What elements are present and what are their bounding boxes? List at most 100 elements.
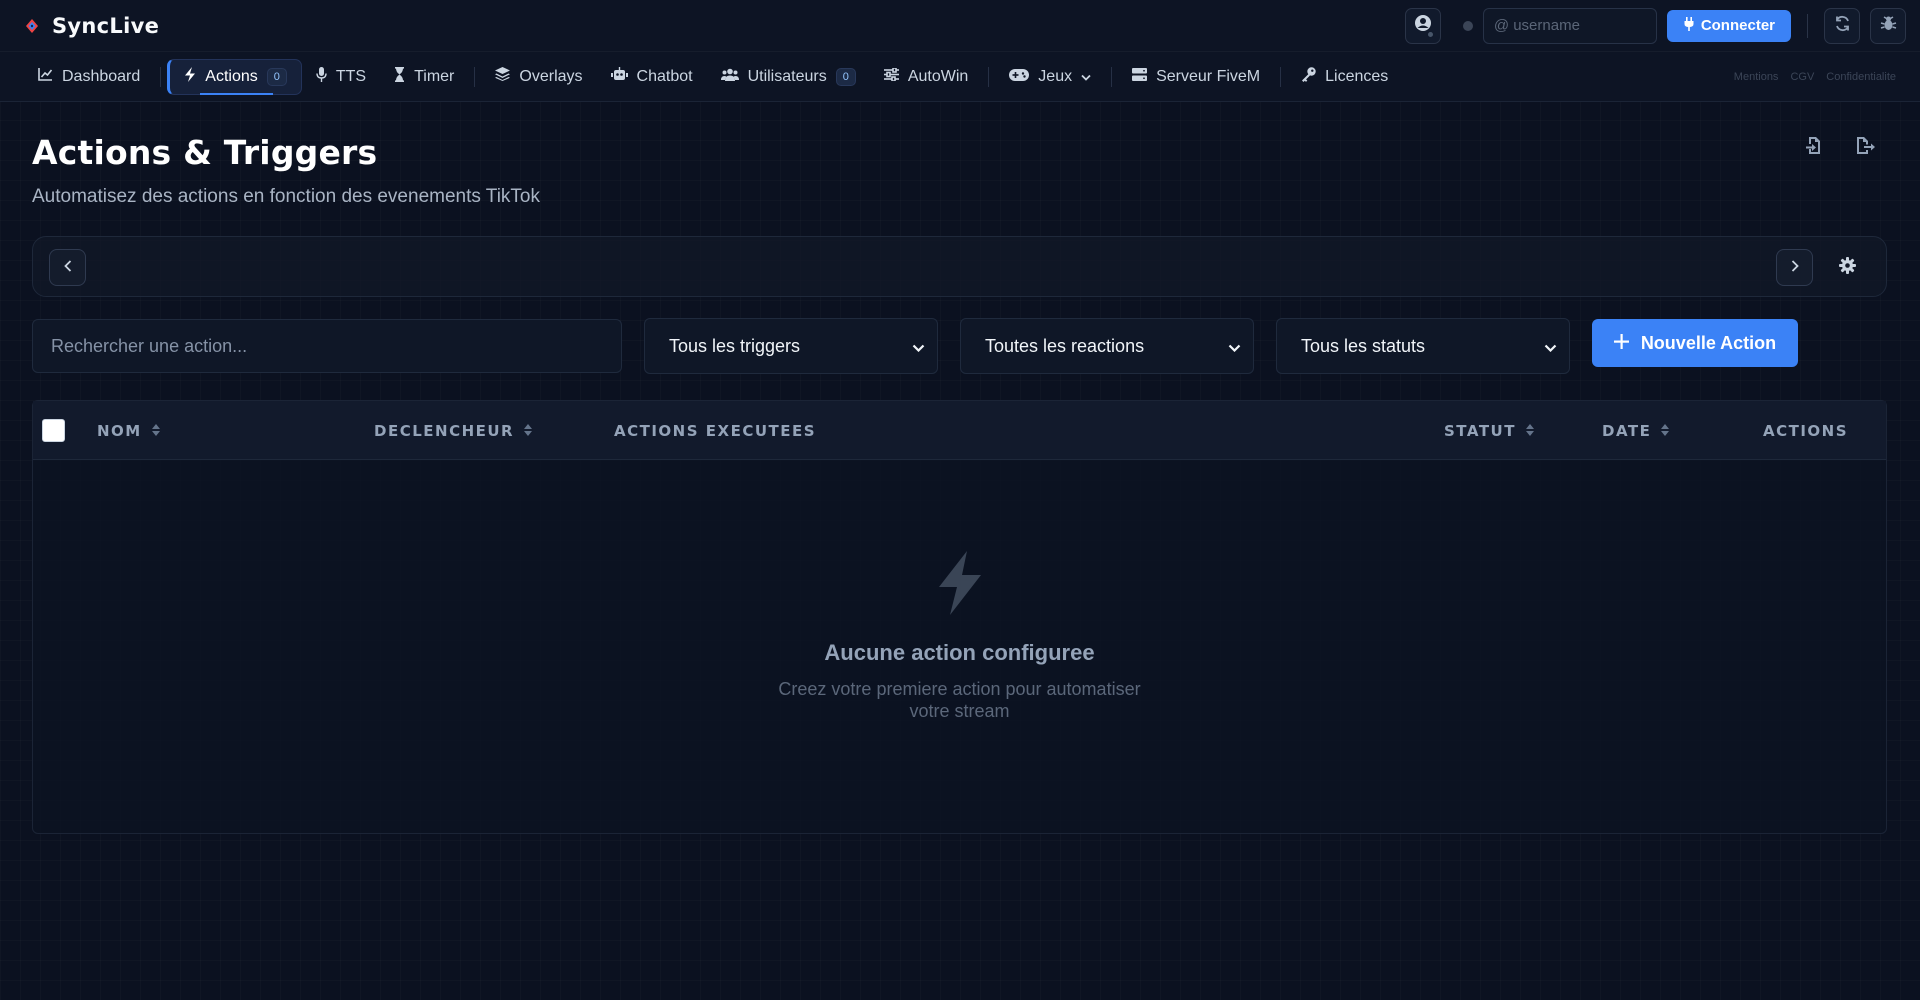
triggers-select[interactable]: Tous les triggers bbox=[644, 318, 938, 374]
col-nom[interactable]: NOM bbox=[97, 422, 160, 440]
page-subtitle: Automatisez des actions en fonction des … bbox=[32, 186, 540, 207]
chart-icon bbox=[38, 67, 53, 86]
nav-utilisateurs-label: Utilisateurs bbox=[747, 67, 827, 85]
link-mentions[interactable]: Mentions bbox=[1734, 71, 1779, 83]
col-declencheur-label: DECLENCHEUR bbox=[374, 422, 515, 440]
hourglass-icon bbox=[394, 66, 405, 87]
gear-icon[interactable] bbox=[1839, 257, 1856, 279]
nav-jeux-label: Jeux bbox=[1038, 67, 1073, 85]
chevron-down-icon bbox=[912, 336, 925, 357]
carousel-next-button[interactable] bbox=[1776, 249, 1813, 286]
robot-icon bbox=[610, 67, 628, 86]
empty-state: Aucune action configuree Creez votre pre… bbox=[33, 551, 1886, 722]
nav-overlays-label: Overlays bbox=[519, 67, 583, 85]
nav-separator bbox=[160, 66, 162, 87]
key-icon bbox=[1301, 66, 1316, 87]
triggers-select-value: Tous les triggers bbox=[669, 335, 801, 356]
chevron-down-icon bbox=[1544, 336, 1557, 357]
user-status-dot bbox=[1426, 30, 1434, 38]
sort-icon bbox=[524, 422, 533, 440]
col-date[interactable]: DATE bbox=[1602, 422, 1670, 440]
nav-separator bbox=[1111, 66, 1113, 87]
divider bbox=[1807, 13, 1808, 38]
page-header: Actions & Triggers Automatisez des actio… bbox=[32, 133, 540, 208]
header-actions bbox=[1806, 137, 1876, 160]
carousel-prev-button[interactable] bbox=[49, 249, 86, 286]
chevron-down-icon bbox=[1228, 336, 1241, 357]
bolt-icon bbox=[935, 551, 985, 619]
nav-licences[interactable]: Licences bbox=[1287, 59, 1402, 95]
select-all-checkbox[interactable] bbox=[42, 419, 65, 442]
import-icon[interactable] bbox=[1806, 137, 1822, 160]
nav-dashboard-label: Dashboard bbox=[62, 67, 141, 85]
search-input[interactable] bbox=[32, 319, 622, 373]
layers-icon bbox=[495, 67, 511, 86]
filters-row: Tous les triggers Toutes les reactions T… bbox=[32, 318, 1798, 374]
connect-button[interactable]: Connecter bbox=[1666, 9, 1791, 42]
col-actions-label: ACTIONS bbox=[1763, 422, 1849, 440]
col-nom-label: NOM bbox=[97, 422, 142, 440]
nav-timer-label: Timer bbox=[414, 67, 455, 85]
top-bar: SyncLive Connecter bbox=[0, 0, 1920, 52]
nav-dashboard[interactable]: Dashboard bbox=[24, 59, 154, 95]
sliders-icon bbox=[883, 66, 899, 86]
page-title: Actions & Triggers bbox=[32, 133, 378, 172]
nav-chatbot-label: Chatbot bbox=[636, 67, 693, 85]
bug-icon bbox=[1880, 15, 1897, 37]
reactions-select-value: Toutes les reactions bbox=[985, 335, 1145, 356]
bolt-icon bbox=[184, 66, 196, 87]
empty-state-title: Aucune action configuree bbox=[824, 640, 1095, 665]
col-date-label: DATE bbox=[1602, 422, 1652, 440]
reactions-select[interactable]: Toutes les reactions bbox=[960, 318, 1254, 374]
new-action-button[interactable]: Nouvelle Action bbox=[1592, 319, 1798, 367]
plug-icon bbox=[1683, 16, 1695, 35]
nav-separator bbox=[1280, 66, 1282, 87]
connect-label: Connecter bbox=[1700, 17, 1775, 34]
user-button[interactable] bbox=[1404, 7, 1441, 44]
statuts-select[interactable]: Tous les statuts bbox=[1276, 318, 1570, 374]
nav-overlays[interactable]: Overlays bbox=[481, 59, 596, 95]
nav-jeux-dropdown[interactable]: Jeux bbox=[995, 59, 1105, 95]
nav-chatbot[interactable]: Chatbot bbox=[597, 59, 707, 95]
link-cgv[interactable]: CGV bbox=[1790, 71, 1814, 83]
col-declencheur[interactable]: DECLENCHEUR bbox=[374, 422, 533, 440]
nav-tts-label: TTS bbox=[335, 67, 367, 85]
nav-licences-label: Licences bbox=[1325, 67, 1389, 85]
debug-button[interactable] bbox=[1870, 7, 1906, 44]
app-name: SyncLive bbox=[52, 13, 160, 38]
nav-tts[interactable]: TTS bbox=[302, 59, 380, 95]
empty-state-line-1: Creez votre premiere action pour automat… bbox=[778, 679, 1141, 699]
server-icon bbox=[1132, 67, 1148, 86]
nav-separator bbox=[988, 66, 990, 87]
connection-status-dot bbox=[1462, 20, 1473, 31]
nav-actions[interactable]: Actions 0 bbox=[167, 58, 302, 95]
sort-icon bbox=[1661, 422, 1670, 440]
statuts-select-value: Tous les statuts bbox=[1301, 335, 1426, 356]
nav-actions-label: Actions bbox=[205, 67, 258, 85]
nav-separator bbox=[474, 66, 476, 87]
nav-autowin[interactable]: AutoWin bbox=[870, 59, 982, 95]
refresh-button[interactable] bbox=[1824, 7, 1860, 44]
nav-utilisateurs[interactable]: Utilisateurs 0 bbox=[707, 59, 870, 95]
chevron-left-icon bbox=[63, 259, 72, 277]
users-count-badge: 0 bbox=[835, 67, 856, 86]
nav-serveur-label: Serveur FiveM bbox=[1156, 67, 1261, 85]
new-action-label: Nouvelle Action bbox=[1640, 332, 1777, 353]
col-actions-executees-label: ACTIONS EXECUTEES bbox=[614, 422, 817, 440]
col-actions-executees: ACTIONS EXECUTEES bbox=[614, 422, 816, 440]
link-confidentialite[interactable]: Confidentialite bbox=[1826, 71, 1896, 83]
refresh-icon bbox=[1834, 15, 1851, 37]
export-icon[interactable] bbox=[1856, 137, 1876, 160]
mic-icon bbox=[316, 66, 327, 87]
col-statut[interactable]: STATUT bbox=[1444, 422, 1534, 440]
nav-serveur-fivem[interactable]: Serveur FiveM bbox=[1118, 59, 1274, 95]
empty-state-text: Creez votre premiere action pour automat… bbox=[33, 678, 1886, 722]
sort-icon bbox=[151, 422, 160, 440]
col-statut-label: STATUT bbox=[1444, 422, 1516, 440]
chevron-right-icon bbox=[1791, 259, 1799, 277]
sort-icon bbox=[1525, 422, 1534, 440]
brand[interactable]: SyncLive bbox=[26, 14, 159, 38]
category-carousel bbox=[32, 236, 1887, 297]
nav-timer[interactable]: Timer bbox=[380, 59, 468, 95]
username-input[interactable] bbox=[1482, 7, 1657, 44]
